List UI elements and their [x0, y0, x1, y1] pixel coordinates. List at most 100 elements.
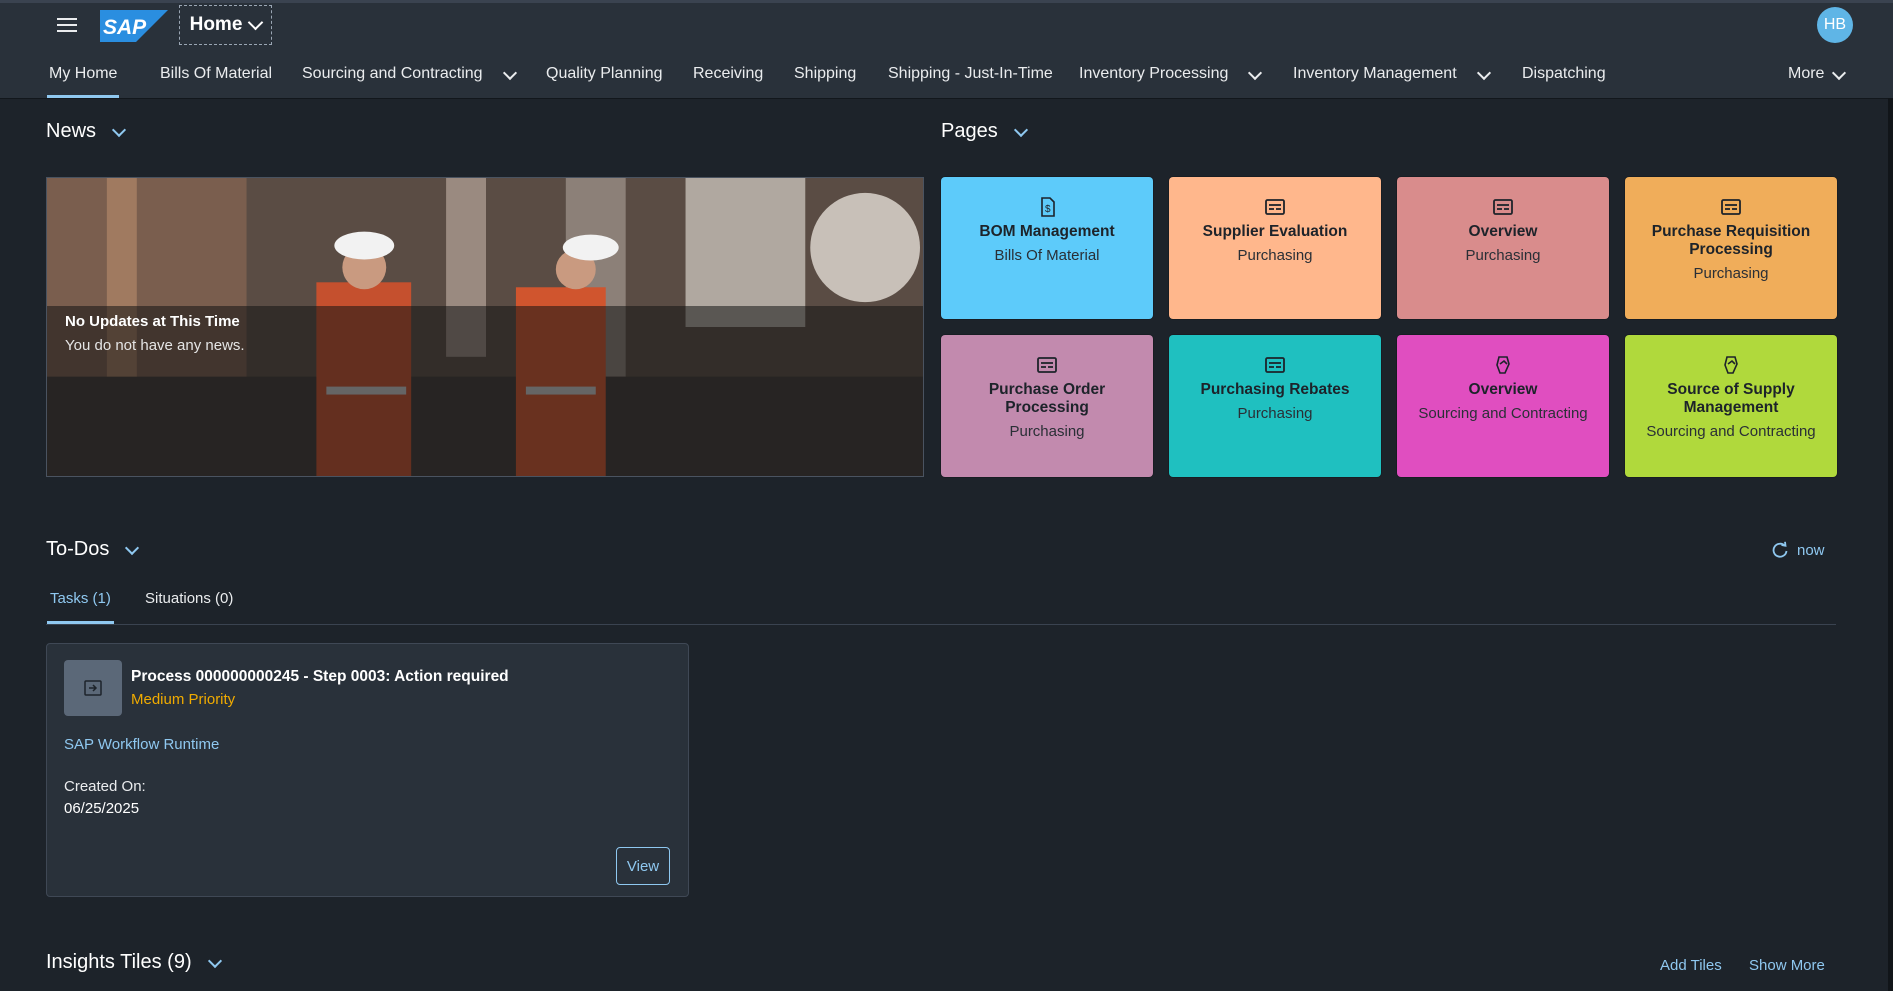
view-button-label: View	[626, 857, 660, 875]
nav-item-dispatching[interactable]: Dispatching	[1522, 60, 1606, 98]
page-tile[interactable]: Overview Sourcing and Contracting	[1397, 335, 1609, 477]
card-icon	[1264, 197, 1286, 217]
page-tile[interactable]: Purchase Order Processing Purchasing	[941, 335, 1153, 477]
refresh-button[interactable]: now	[1771, 541, 1825, 559]
pages-section-header[interactable]: Pages	[941, 120, 1028, 143]
insights-section-header[interactable]: Insights Tiles (9)	[46, 951, 222, 974]
home-space-label: Home	[189, 14, 243, 35]
nav-item-label: Dispatching	[1522, 65, 1606, 82]
todos-section-title: To-Dos	[46, 538, 110, 560]
page-tile-subtitle: Sourcing and Contracting	[1646, 423, 1816, 440]
avatar-initials: HB	[1823, 16, 1847, 33]
task-source-link[interactable]: SAP Workflow Runtime	[64, 736, 219, 753]
refresh-time-label: now	[1797, 541, 1825, 559]
card-icon	[1036, 355, 1058, 375]
page-tile[interactable]: Purchasing Rebates Purchasing	[1169, 335, 1381, 477]
page-tile[interactable]: Source of Supply Management Sourcing and …	[1625, 335, 1837, 477]
page-tile-subtitle: Bills Of Material	[994, 247, 1100, 264]
show-more-link[interactable]: Show More	[1749, 957, 1825, 974]
add-tiles-link[interactable]: Add Tiles	[1660, 957, 1722, 974]
page-tile[interactable]: Overview Purchasing	[1397, 177, 1609, 319]
card-icon	[1492, 197, 1514, 217]
page-tile-subtitle: Purchasing	[1237, 405, 1313, 422]
svg-text:$: $	[1045, 204, 1051, 215]
nav-item-label: Shipping	[794, 65, 857, 82]
page-tile[interactable]: Purchase Requisition Processing Purchasin…	[1625, 177, 1837, 319]
shell-top-line	[0, 0, 1893, 3]
nav-item-inventory-processing[interactable]: Inventory Processing	[1079, 60, 1263, 98]
chevron-down-icon	[1248, 65, 1263, 81]
news-overlay	[47, 306, 923, 476]
handshake-icon	[1720, 355, 1742, 375]
news-panel[interactable]: No Updates at This Time You do not have …	[46, 177, 924, 477]
refresh-icon	[1772, 541, 1788, 558]
chevron-down-icon	[1832, 65, 1847, 81]
task-created-date: 06/25/2025	[64, 800, 140, 817]
card-icon	[1720, 197, 1742, 217]
chevron-down-icon	[1476, 65, 1491, 81]
nav-item-label: Receiving	[693, 65, 764, 82]
nav-item-label: Shipping - Just-In-Time	[888, 65, 1053, 82]
nav-item-my-home[interactable]: My Home	[46, 60, 120, 98]
nav-item-shipping[interactable]: Shipping	[794, 60, 856, 98]
page-tile-subtitle: Purchasing	[1693, 265, 1769, 282]
tab-label: Tasks (1)	[50, 590, 111, 607]
nav-item-sourcing-and-contracting[interactable]: Sourcing and Contracting	[302, 60, 517, 98]
nav-item-shipping-jit[interactable]: Shipping - Just-In-Time	[888, 60, 1053, 98]
chevron-down-icon	[207, 953, 222, 968]
nav-item-label: My Home	[49, 65, 118, 82]
chevron-down-icon	[502, 65, 517, 81]
task-card[interactable]: Process 000000000245 - Step 0003: Action…	[46, 643, 689, 897]
page-tile[interactable]: $ BOM Management Bills Of Material	[941, 177, 1153, 319]
news-message: You do not have any news.	[65, 337, 245, 354]
page-tile-subtitle: Purchasing	[1237, 247, 1313, 264]
todos-section-header[interactable]: To-Dos	[46, 538, 140, 561]
page-tile-title: Purchase Order Processing	[988, 381, 1106, 416]
tab-situations[interactable]: Situations (0)	[145, 590, 233, 624]
task-icon	[64, 660, 122, 716]
nav-more-button[interactable]: More	[1788, 60, 1847, 98]
page-tile-subtitle: Purchasing	[1009, 423, 1085, 440]
home-space-button[interactable]: Home	[179, 5, 272, 45]
insights-section-title: Insights Tiles (9)	[46, 951, 192, 973]
svg-text:SAP: SAP	[103, 16, 147, 39]
page-tile-title: BOM Management	[979, 223, 1115, 240]
page-tile-subtitle: Purchasing	[1465, 247, 1541, 264]
page-tile-title: Purchase Requisition Processing	[1651, 223, 1811, 258]
user-avatar[interactable]: HB	[1817, 7, 1853, 43]
page-tile-title: Source of Supply Management	[1667, 381, 1795, 416]
top-navigation: My Home Bills Of Material Sourcing and C…	[0, 60, 1893, 98]
task-created-label: Created On:	[64, 778, 146, 795]
chevron-down-icon	[248, 14, 264, 30]
page-tile-title: Purchasing Rebates	[1200, 381, 1350, 398]
task-priority: Medium Priority	[131, 691, 236, 708]
news-section-header[interactable]: News	[46, 120, 127, 143]
handshake-icon	[1492, 355, 1514, 375]
nav-item-label: Sourcing and Contracting	[302, 65, 483, 82]
nav-item-label: Quality Planning	[546, 65, 663, 82]
tab-tasks[interactable]: Tasks (1)	[47, 590, 114, 624]
sap-logo[interactable]: SAP	[100, 10, 168, 42]
page-edge	[1888, 98, 1893, 991]
chevron-down-icon	[125, 540, 140, 555]
tabs-divider	[46, 624, 1836, 625]
card-icon	[1264, 355, 1286, 375]
news-headline: No Updates at This Time	[65, 313, 240, 330]
view-task-button[interactable]: View	[616, 847, 670, 885]
nav-item-label: Inventory Management	[1293, 65, 1457, 82]
news-section-title: News	[46, 120, 97, 142]
task-forward-icon	[84, 680, 102, 696]
hamburger-menu-icon[interactable]	[54, 14, 80, 38]
chevron-down-icon	[111, 122, 127, 137]
nav-item-receiving[interactable]: Receiving	[693, 60, 763, 98]
task-title[interactable]: Process 000000000245 - Step 0003: Action…	[131, 668, 509, 686]
nav-item-label: Bills Of Material	[160, 65, 273, 82]
nav-item-quality-planning[interactable]: Quality Planning	[546, 60, 663, 98]
page-tile-subtitle: Sourcing and Contracting	[1418, 405, 1588, 422]
nav-item-bills-of-material[interactable]: Bills Of Material	[160, 60, 272, 98]
page-tile-title: Overview	[1468, 223, 1538, 240]
page-tile-title: Overview	[1468, 381, 1538, 398]
nav-item-inventory-management[interactable]: Inventory Management	[1293, 60, 1491, 98]
document-dollar-icon: $	[1036, 197, 1058, 217]
page-tile[interactable]: Supplier Evaluation Purchasing	[1169, 177, 1381, 319]
